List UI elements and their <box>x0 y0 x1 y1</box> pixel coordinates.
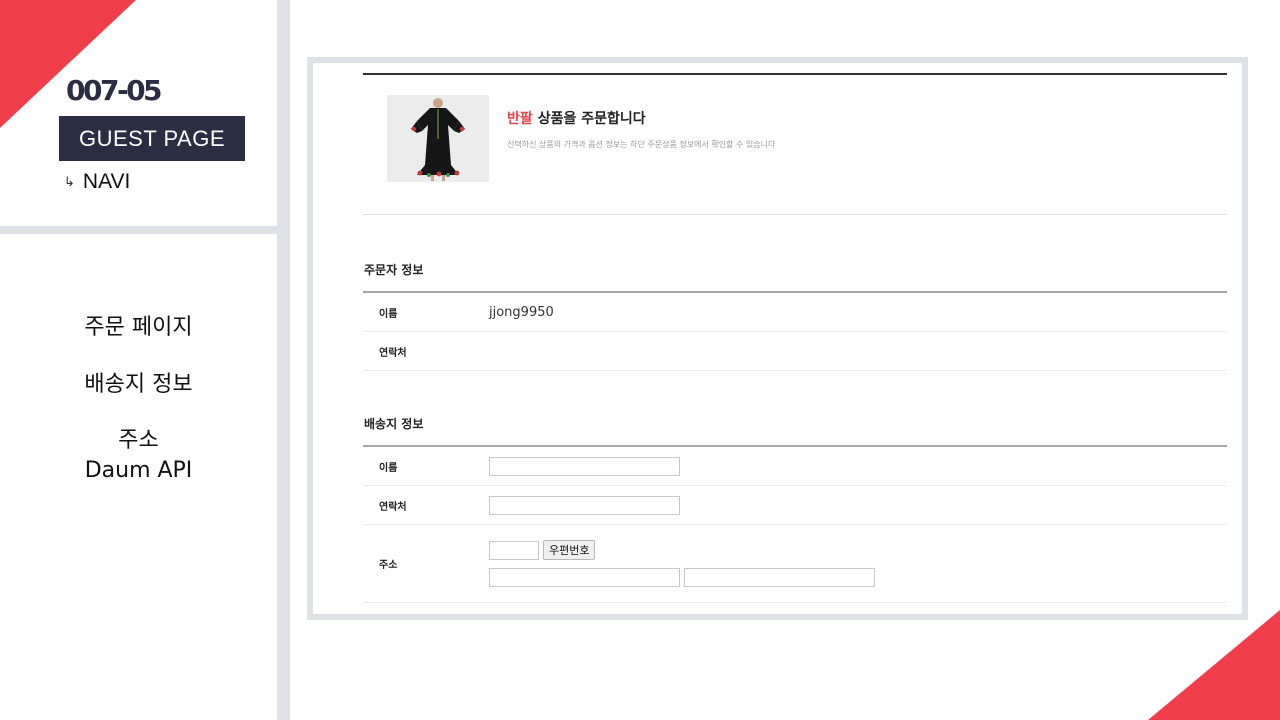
navi-label: NAVI <box>82 170 131 193</box>
shipping-name-row: 이름 <box>363 447 1227 486</box>
orderer-name-row: 이름 jjong9950 <box>363 293 1227 332</box>
address-line <box>489 568 875 587</box>
product-subtitle: 선택하신 상품의 가격과 옵션 정보는 하단 주문상품 정보에서 확인할 수 있… <box>507 140 776 149</box>
shipping-name-label: 이름 <box>379 462 398 474</box>
product-summary: 반팔 상품을 주문합니다 선택하신 상품의 가격과 옵션 정보는 하단 주문상품 … <box>363 75 1227 215</box>
vertical-divider <box>277 0 290 720</box>
shipping-phone-input[interactable] <box>489 495 680 515</box>
product-thumbnail <box>387 95 489 182</box>
page-code: 007-05 <box>66 74 163 107</box>
orderer-name-label: 이름 <box>379 308 398 320</box>
product-title-accent: 반팔 <box>507 111 533 127</box>
guest-page-badge: GUEST PAGE <box>59 116 245 161</box>
zip-input[interactable] <box>489 540 539 560</box>
zip-search-button[interactable]: 우편번호 <box>543 540 596 560</box>
orderer-phone-row: 연락처 <box>363 332 1227 371</box>
shipping-name-input[interactable] <box>489 456 680 476</box>
corner-triangle-top-left <box>0 0 136 128</box>
side-nav-item-address-line2: Daum API <box>84 458 193 483</box>
shipping-phone-label: 연락처 <box>379 501 407 513</box>
zip-line: 우편번호 <box>489 540 875 560</box>
shipping-section-title: 배송지 정보 <box>364 417 424 431</box>
side-nav-item-address[interactable]: 주소 Daum API <box>0 426 277 486</box>
side-nav: 주문 페이지 배송지 정보 주소 Daum API <box>0 312 277 512</box>
dress-image-icon <box>387 95 489 182</box>
order-form: 반팔 상품을 주문합니다 선택하신 상품의 가격과 옵션 정보는 하단 주문상품 … <box>363 73 1227 603</box>
side-nav-item-order[interactable]: 주문 페이지 <box>0 312 277 343</box>
return-arrow-icon: ↳ <box>64 174 75 189</box>
product-title: 반팔 상품을 주문합니다 <box>507 108 646 128</box>
address2-input[interactable] <box>684 568 875 587</box>
orderer-section-title: 주문자 정보 <box>364 263 424 277</box>
address1-input[interactable] <box>489 568 680 587</box>
shipping-address-label: 주소 <box>379 560 398 571</box>
horizontal-divider <box>0 226 277 234</box>
shipping-phone-row: 연락처 <box>363 486 1227 525</box>
screenshot-frame: 반팔 상품을 주문합니다 선택하신 상품의 가격과 옵션 정보는 하단 주문상품 … <box>307 57 1248 620</box>
shipping-address-row: 주소 우편번호 <box>363 525 1227 603</box>
address-fields: 우편번호 <box>489 540 875 587</box>
side-nav-item-shipping[interactable]: 배송지 정보 <box>0 369 277 400</box>
corner-triangle-bottom-right <box>1148 610 1280 720</box>
orderer-name-value: jjong9950 <box>489 304 554 320</box>
orderer-phone-label: 연락처 <box>379 347 407 359</box>
navi-link[interactable]: ↳ NAVI <box>64 170 130 194</box>
slide: 007-05 GUEST PAGE ↳ NAVI 주문 페이지 배송지 정보 주… <box>0 0 1280 720</box>
product-title-rest: 상품을 주문합니다 <box>537 111 646 127</box>
side-nav-item-address-line1: 주소 <box>118 428 159 453</box>
